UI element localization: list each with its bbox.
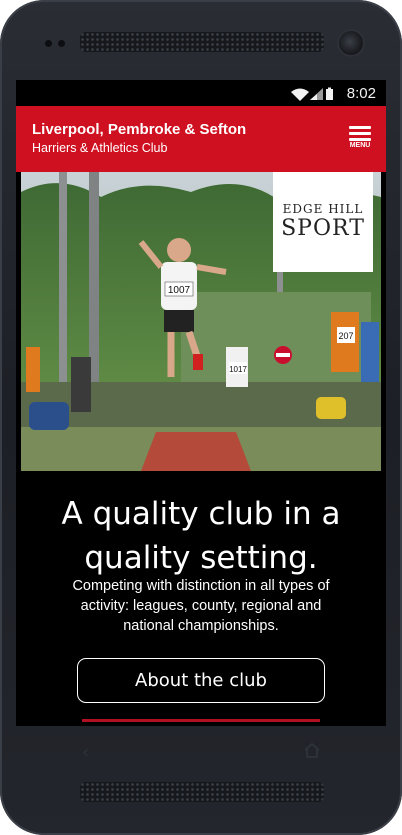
proximity-sensor bbox=[45, 40, 52, 47]
light-sensor bbox=[58, 40, 65, 47]
screen: 8:02 Liverpool, Pembroke & Sefton Harrie… bbox=[16, 80, 386, 726]
status-icons bbox=[290, 86, 334, 105]
about-club-button[interactable]: About the club bbox=[77, 658, 325, 703]
tagline-line: activity: leagues, county, regional and bbox=[80, 598, 322, 614]
menu-button[interactable]: MENU bbox=[346, 124, 376, 156]
logo-text-top: EDGE HILL bbox=[282, 202, 364, 216]
edge-hill-sport-logo: EDGE HILL SPORT bbox=[273, 172, 373, 272]
phone-frame: 8:02 Liverpool, Pembroke & Sefton Harrie… bbox=[0, 0, 402, 835]
hero-headline: A quality club in a quality setting. bbox=[16, 492, 386, 580]
back-icon[interactable]: ‹ bbox=[82, 742, 89, 763]
battery-icon bbox=[326, 87, 333, 100]
red-divider bbox=[82, 719, 320, 722]
headline-line: A quality club in a bbox=[61, 496, 341, 532]
athlete-bib: 1017 bbox=[229, 365, 247, 374]
front-camera bbox=[339, 31, 363, 55]
jumper-bib: 1007 bbox=[168, 285, 191, 296]
club-subtitle[interactable]: Harriers & Athletics Club bbox=[32, 141, 167, 155]
club-name[interactable]: Liverpool, Pembroke & Sefton bbox=[32, 121, 246, 138]
athlete-bib: 207 bbox=[338, 331, 353, 341]
hamburger-icon bbox=[349, 126, 371, 129]
earpiece-speaker bbox=[80, 32, 324, 52]
tagline-line: national championships. bbox=[123, 618, 279, 634]
bottom-speaker bbox=[80, 782, 324, 802]
headline-line: quality setting. bbox=[84, 540, 318, 576]
hamburger-bar bbox=[349, 132, 371, 135]
home-icon[interactable] bbox=[303, 742, 321, 763]
wifi-icon bbox=[291, 88, 309, 101]
site-header: Liverpool, Pembroke & Sefton Harriers & … bbox=[16, 106, 386, 172]
status-bar: 8:02 bbox=[16, 80, 386, 106]
hero-image: 1007 207 1017 EDGE HILL SPORT bbox=[21, 172, 381, 471]
signal-icon bbox=[310, 88, 323, 100]
hamburger-bar bbox=[349, 138, 371, 141]
hero-tagline: Competing with distinction in all types … bbox=[44, 576, 358, 636]
status-time: 8:02 bbox=[346, 85, 376, 102]
menu-label: MENU bbox=[349, 142, 371, 149]
tagline-line: Competing with distinction in all types … bbox=[72, 578, 330, 594]
logo-text-bottom: SPORT bbox=[281, 216, 365, 241]
